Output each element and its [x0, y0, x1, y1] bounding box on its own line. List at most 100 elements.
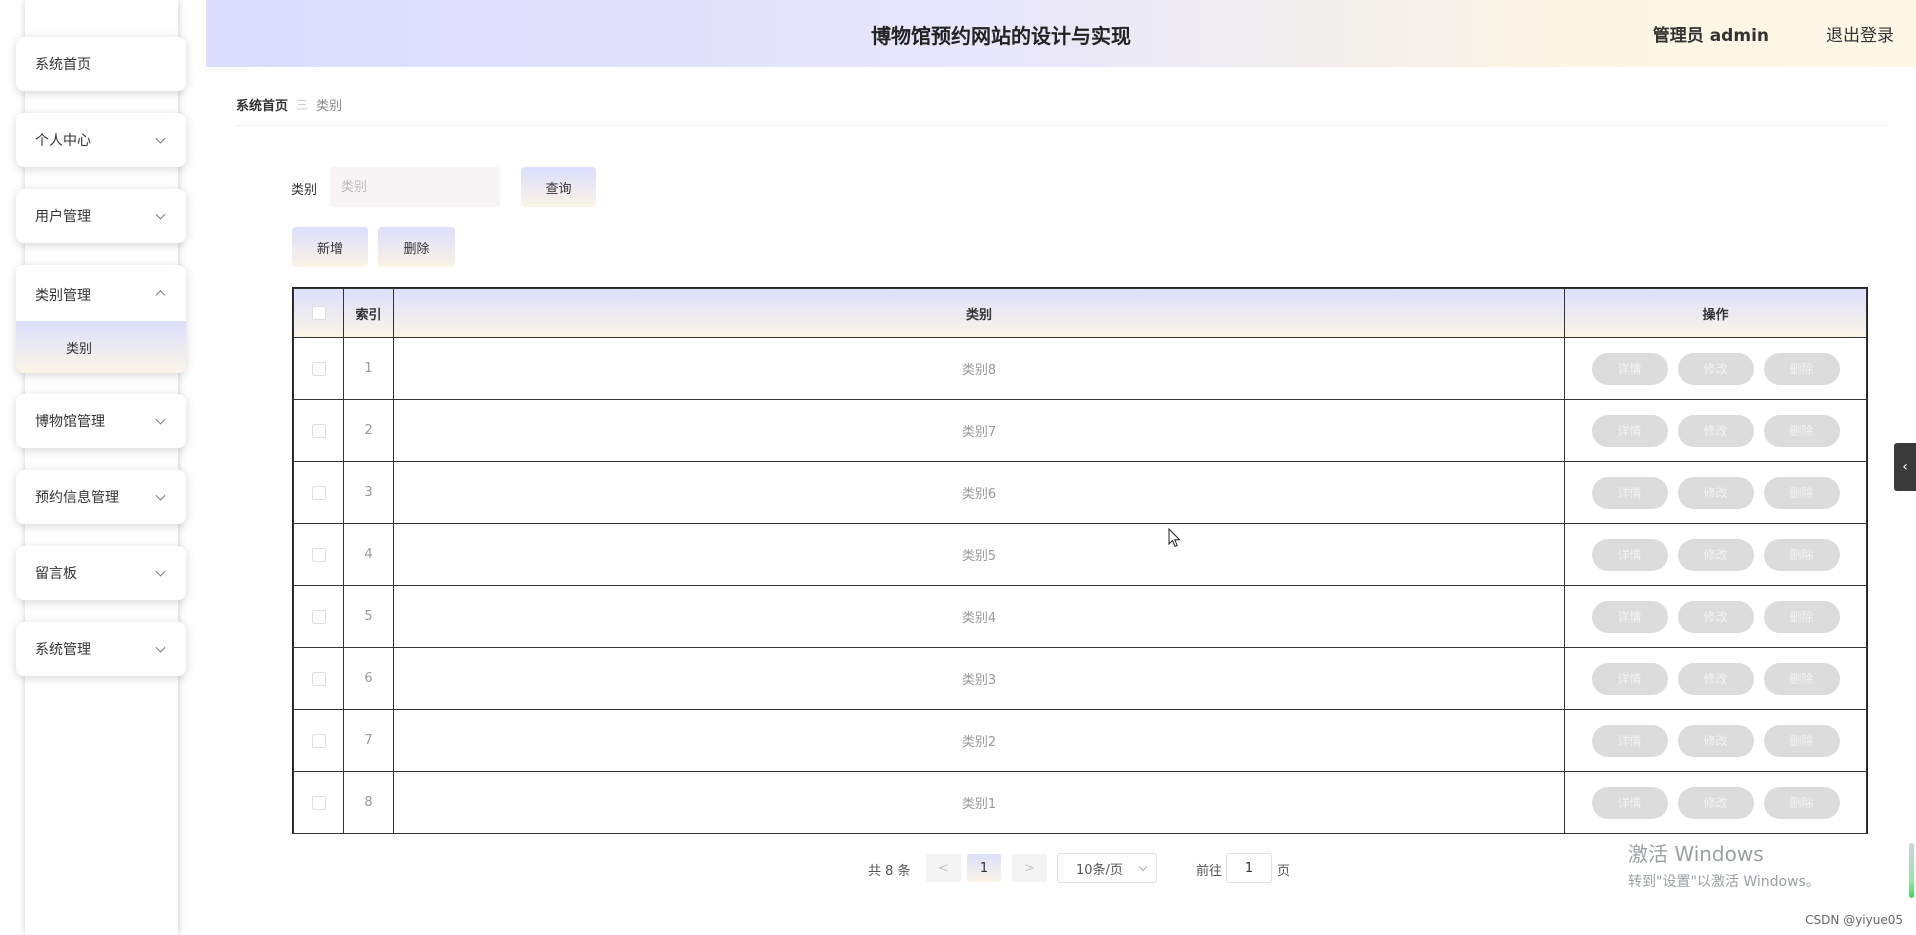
detail-button[interactable]: 详情 — [1591, 352, 1668, 385]
table-row: 5 类别4 详情 修改 删除 — [293, 585, 1867, 648]
sidebar-subitem-label: 类别 — [66, 341, 93, 357]
row-index: 8 — [343, 771, 394, 834]
sidebar-subitem-category[interactable]: 类别 — [16, 321, 186, 373]
goto-page-input[interactable] — [1226, 853, 1272, 883]
batch-delete-button[interactable]: 删除 — [378, 227, 455, 267]
next-page-button[interactable]: > — [1012, 854, 1047, 882]
row-select-cell — [293, 523, 344, 586]
logout-link[interactable]: 退出登录 — [1826, 21, 1894, 46]
top-header: 博物馆预约网站的设计与实现 管理员 admin 退出登录 — [206, 0, 1916, 67]
table-row: 1 类别8 详情 修改 删除 — [293, 337, 1867, 400]
detail-button[interactable]: 详情 — [1591, 476, 1668, 509]
page-size-select[interactable]: 10条/页 — [1057, 853, 1157, 883]
mouse-cursor-icon — [1168, 528, 1181, 548]
category-search-input[interactable] — [330, 167, 500, 207]
table-row: 8 类别1 详情 修改 删除 — [293, 771, 1867, 834]
add-button[interactable]: 新增 — [292, 227, 368, 267]
row-ops-cell: 详情 修改 删除 — [1564, 523, 1867, 586]
sidebar-item-message-board[interactable]: 留言板 — [16, 546, 186, 600]
sidebar: 系统首页 个人中心 用户管理 类别管理 类别 博物馆管理 预约信息管理 留言板 … — [0, 0, 206, 935]
chevron-down-icon — [1138, 862, 1148, 872]
delete-button[interactable]: 删除 — [1763, 662, 1840, 695]
delete-button[interactable]: 删除 — [1763, 600, 1840, 633]
row-category: 类别5 — [393, 523, 1565, 586]
row-category: 类别6 — [393, 461, 1565, 524]
column-header-category: 类别 — [393, 288, 1565, 338]
chevron-down-icon — [155, 566, 166, 577]
scrollbar-indicator[interactable] — [1909, 843, 1914, 898]
csdn-credit: CSDN @yiyue05 — [1805, 913, 1903, 927]
detail-button[interactable]: 详情 — [1591, 414, 1668, 447]
chevron-left-icon: ‹ — [1902, 459, 1908, 475]
sidebar-item-reservation-management[interactable]: 预约信息管理 — [16, 470, 186, 524]
sidebar-item-label: 用户管理 — [35, 209, 91, 225]
edit-button[interactable]: 修改 — [1677, 600, 1754, 633]
row-index: 2 — [343, 399, 394, 462]
row-category: 类别8 — [393, 337, 1565, 400]
table-row: 4 类别5 详情 修改 删除 — [293, 523, 1867, 586]
edit-button[interactable]: 修改 — [1677, 538, 1754, 571]
row-category: 类别2 — [393, 709, 1565, 772]
sidebar-item-museum-management[interactable]: 博物馆管理 — [16, 394, 186, 448]
page-number-button[interactable]: 1 — [967, 854, 1001, 882]
delete-button[interactable]: 删除 — [1763, 352, 1840, 385]
edit-button[interactable]: 修改 — [1677, 786, 1754, 819]
sidebar-item-home[interactable]: 系统首页 — [16, 37, 186, 91]
row-checkbox[interactable] — [311, 609, 326, 624]
sidebar-item-personal-center[interactable]: 个人中心 — [16, 113, 186, 167]
sidebar-item-category-management[interactable]: 类别管理 类别 — [16, 265, 186, 373]
detail-button[interactable]: 详情 — [1591, 662, 1668, 695]
table-row: 7 类别2 详情 修改 删除 — [293, 709, 1867, 772]
row-ops-cell: 详情 修改 删除 — [1564, 399, 1867, 462]
sidebar-item-label: 系统管理 — [35, 642, 91, 658]
delete-button[interactable]: 删除 — [1763, 786, 1840, 819]
sidebar-item-user-management[interactable]: 用户管理 — [16, 189, 186, 243]
row-category: 类别7 — [393, 399, 1565, 462]
sidebar-item-label: 预约信息管理 — [35, 490, 119, 506]
detail-button[interactable]: 详情 — [1591, 786, 1668, 819]
chevron-down-icon — [155, 642, 166, 653]
sidebar-item-system-management[interactable]: 系统管理 — [16, 622, 186, 676]
pagination-total: 共 8 条 — [868, 864, 911, 879]
detail-button[interactable]: 详情 — [1591, 600, 1668, 633]
chevron-down-icon — [155, 414, 166, 425]
delete-button[interactable]: 删除 — [1763, 414, 1840, 447]
delete-button[interactable]: 删除 — [1763, 476, 1840, 509]
query-button[interactable]: 查询 — [521, 167, 596, 207]
row-ops-cell: 详情 修改 删除 — [1564, 337, 1867, 400]
goto-label: 前往 — [1196, 864, 1223, 879]
breadcrumb-home[interactable]: 系统首页 — [236, 95, 288, 114]
row-checkbox[interactable] — [311, 423, 326, 438]
edit-button[interactable]: 修改 — [1677, 724, 1754, 757]
watermark-title: 激活 Windows — [1628, 842, 1764, 866]
prev-page-button[interactable]: < — [926, 854, 961, 882]
row-checkbox[interactable] — [311, 671, 326, 686]
row-checkbox[interactable] — [311, 361, 326, 376]
edit-button[interactable]: 修改 — [1677, 476, 1754, 509]
edit-button[interactable]: 修改 — [1677, 352, 1754, 385]
row-index: 7 — [343, 709, 394, 772]
delete-button[interactable]: 删除 — [1763, 538, 1840, 571]
row-checkbox[interactable] — [311, 733, 326, 748]
sidebar-item-label: 类别管理 — [35, 288, 91, 304]
page-size-value: 10条/页 — [1076, 862, 1123, 878]
watermark-subtitle: 转到"设置"以激活 Windows。 — [1628, 874, 1820, 890]
table-row: 2 类别7 详情 修改 删除 — [293, 399, 1867, 462]
row-select-cell — [293, 585, 344, 648]
detail-button[interactable]: 详情 — [1591, 724, 1668, 757]
edit-button[interactable]: 修改 — [1677, 662, 1754, 695]
side-panel-toggle[interactable]: ‹ — [1894, 443, 1916, 491]
row-checkbox[interactable] — [311, 485, 326, 500]
row-checkbox[interactable] — [311, 795, 326, 810]
row-ops-cell: 详情 修改 删除 — [1564, 771, 1867, 834]
sidebar-item-label: 留言板 — [35, 566, 77, 582]
row-index: 3 — [343, 461, 394, 524]
select-all-checkbox[interactable] — [311, 306, 326, 320]
row-category: 类别3 — [393, 647, 1565, 710]
detail-button[interactable]: 详情 — [1591, 538, 1668, 571]
row-checkbox[interactable] — [311, 547, 326, 562]
select-all-cell — [293, 288, 344, 338]
table-row: 6 类别3 详情 修改 删除 — [293, 647, 1867, 710]
delete-button[interactable]: 删除 — [1763, 724, 1840, 757]
edit-button[interactable]: 修改 — [1677, 414, 1754, 447]
